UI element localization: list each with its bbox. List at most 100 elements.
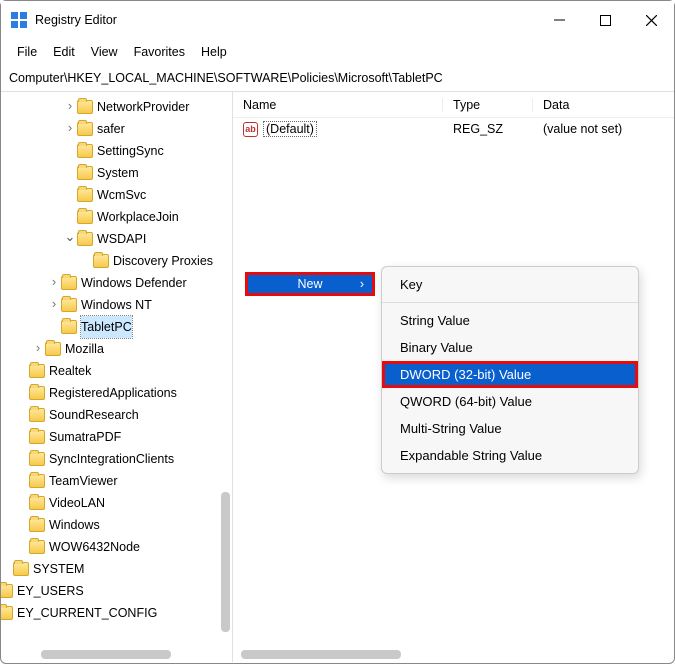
menubar: File Edit View Favorites Help	[1, 39, 674, 67]
value-data: (value not set)	[533, 122, 674, 136]
tree-item[interactable]: WorkplaceJoin	[1, 206, 232, 228]
tree-item[interactable]: Realtek	[1, 360, 232, 382]
col-type[interactable]: Type	[443, 98, 533, 112]
tree-vertical-scrollbar[interactable]	[221, 492, 230, 632]
tree-expand-icon[interactable]	[47, 293, 61, 317]
minimize-button[interactable]	[536, 1, 582, 39]
address-bar[interactable]: Computer\HKEY_LOCAL_MACHINE\SOFTWARE\Pol…	[1, 67, 674, 92]
menu-favorites[interactable]: Favorites	[128, 43, 191, 61]
value-type: REG_SZ	[443, 122, 533, 136]
folder-icon	[29, 364, 45, 378]
tree-horizontal-scrollbar[interactable]	[41, 650, 171, 659]
menu-help[interactable]: Help	[195, 43, 233, 61]
tree-item[interactable]: WOW6432Node	[1, 536, 232, 558]
tree-item[interactable]: Windows Defender	[1, 272, 232, 294]
tree-item[interactable]: safer	[1, 118, 232, 140]
list-horizontal-scrollbar[interactable]	[241, 650, 401, 659]
tree-item[interactable]: EY_USERS	[1, 580, 232, 602]
tree-label: Windows Defender	[81, 272, 187, 294]
col-data[interactable]: Data	[533, 98, 674, 112]
tree-item[interactable]: TeamViewer	[1, 470, 232, 492]
tree-item[interactable]: SoundResearch	[1, 404, 232, 426]
tree-item[interactable]: RegisteredApplications	[1, 382, 232, 404]
tree-label: EY_USERS	[17, 580, 84, 602]
tree-item[interactable]: EY_CURRENT_CONFIG	[1, 602, 232, 624]
tree-expand-icon[interactable]	[31, 337, 45, 361]
tree-item[interactable]: SYSTEM	[1, 558, 232, 580]
tree-item[interactable]: NetworkProvider	[1, 96, 232, 118]
tree-label: Discovery Proxies	[113, 250, 213, 272]
context-submenu: Key String Value Binary Value DWORD (32-…	[381, 266, 639, 474]
tree-label: SoundResearch	[49, 404, 139, 426]
folder-icon	[61, 276, 77, 290]
tree-item[interactable]: VideoLAN	[1, 492, 232, 514]
titlebar: Registry Editor	[1, 1, 674, 39]
submenu-key[interactable]: Key	[382, 271, 638, 298]
tree-item[interactable]: WcmSvc	[1, 184, 232, 206]
folder-icon	[77, 144, 93, 158]
tree-label: WorkplaceJoin	[97, 206, 179, 228]
menu-file[interactable]: File	[11, 43, 43, 61]
list-pane: Name Type Data ab (Default) REG_SZ (valu…	[233, 92, 674, 662]
tree-item[interactable]: SumatraPDF	[1, 426, 232, 448]
folder-icon	[93, 254, 109, 268]
tree-label: RegisteredApplications	[49, 382, 177, 404]
folder-icon	[1, 606, 13, 620]
tree-label: WSDAPI	[97, 228, 146, 250]
tree-expand-icon[interactable]	[63, 117, 77, 141]
tree-expand-icon[interactable]	[63, 227, 77, 251]
tree-label: EY_CURRENT_CONFIG	[17, 602, 157, 624]
folder-icon	[61, 298, 77, 312]
tree-label: WOW6432Node	[49, 536, 140, 558]
tree-item[interactable]: System	[1, 162, 232, 184]
submenu-expandstring[interactable]: Expandable String Value	[382, 442, 638, 469]
folder-icon	[77, 100, 93, 114]
tree-item[interactable]: WSDAPI	[1, 228, 232, 250]
tree-label: SYSTEM	[33, 558, 84, 580]
menu-view[interactable]: View	[85, 43, 124, 61]
string-value-icon: ab	[243, 122, 258, 137]
submenu-qword[interactable]: QWORD (64-bit) Value	[382, 388, 638, 415]
window-controls	[536, 1, 674, 39]
submenu-multistring[interactable]: Multi-String Value	[382, 415, 638, 442]
context-menu-new: New	[245, 272, 375, 296]
value-name: (Default)	[264, 122, 316, 136]
tree-item[interactable]: Mozilla	[1, 338, 232, 360]
context-new-button[interactable]: New	[245, 272, 375, 296]
tree-label: WcmSvc	[97, 184, 146, 206]
tree-item[interactable]: SettingSync	[1, 140, 232, 162]
submenu-string[interactable]: String Value	[382, 307, 638, 334]
tree-label: Realtek	[49, 360, 91, 382]
folder-icon	[29, 474, 45, 488]
col-name[interactable]: Name	[233, 98, 443, 112]
folder-icon	[61, 320, 77, 334]
tree-item[interactable]: TabletPC	[1, 316, 232, 338]
tree-label: safer	[97, 118, 125, 140]
tree-label: SumatraPDF	[49, 426, 121, 448]
tree-label: TeamViewer	[49, 470, 118, 492]
tree-pane: NetworkProvidersaferSettingSyncSystemWcm…	[1, 92, 233, 662]
tree-expand-icon[interactable]	[63, 95, 77, 119]
submenu-dword[interactable]: DWORD (32-bit) Value	[382, 361, 638, 388]
value-row-default[interactable]: ab (Default) REG_SZ (value not set)	[233, 118, 674, 140]
submenu-binary[interactable]: Binary Value	[382, 334, 638, 361]
tree-item[interactable]: Windows NT	[1, 294, 232, 316]
tree-label: NetworkProvider	[97, 96, 189, 118]
tree-item[interactable]: Windows	[1, 514, 232, 536]
tree-expand-icon[interactable]	[47, 271, 61, 295]
registry-tree: NetworkProvidersaferSettingSyncSystemWcm…	[1, 96, 232, 624]
folder-icon	[29, 430, 45, 444]
column-headers: Name Type Data	[233, 92, 674, 118]
folder-icon	[29, 540, 45, 554]
tree-item[interactable]: SyncIntegrationClients	[1, 448, 232, 470]
folder-icon	[29, 386, 45, 400]
tree-item[interactable]: Discovery Proxies	[1, 250, 232, 272]
tree-label: SyncIntegrationClients	[49, 448, 174, 470]
close-button[interactable]	[628, 1, 674, 39]
folder-icon	[29, 496, 45, 510]
folder-icon	[45, 342, 61, 356]
menu-edit[interactable]: Edit	[47, 43, 81, 61]
folder-icon	[29, 452, 45, 466]
tree-label: VideoLAN	[49, 492, 105, 514]
maximize-button[interactable]	[582, 1, 628, 39]
